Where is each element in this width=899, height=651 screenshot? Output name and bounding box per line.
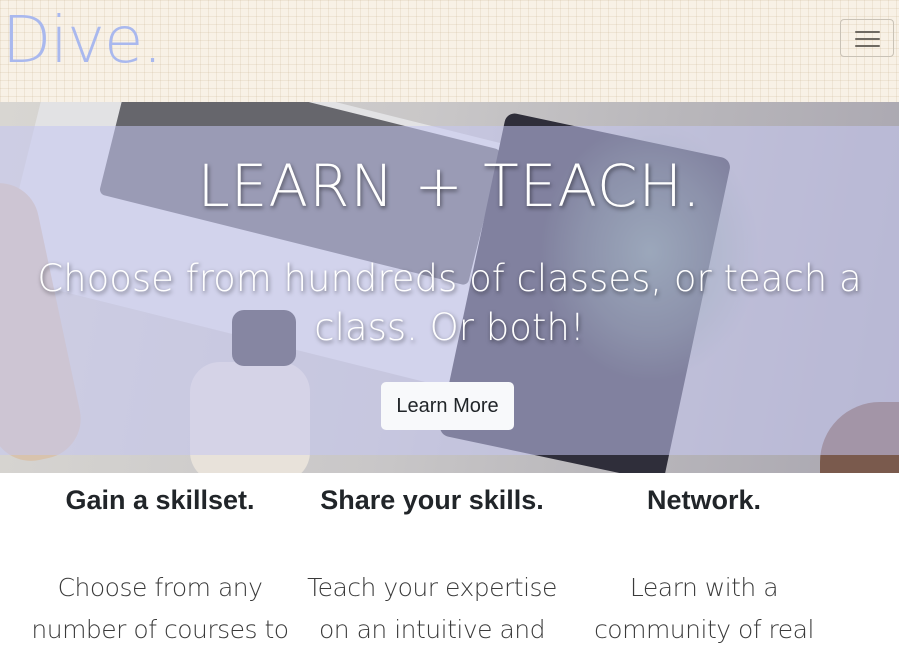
- feature-title: Network.: [646, 485, 762, 515]
- navbar: Dive.: [0, 0, 899, 103]
- feature-title: Share your skills.: [320, 485, 544, 515]
- feature-body: Teach your expertise on an intuitive and: [307, 573, 557, 644]
- feature-body: Choose from any number of courses to: [31, 573, 289, 644]
- feature-title: Gain a skillset.: [65, 485, 255, 515]
- hero-title: LEARN + TEACH.: [197, 152, 702, 220]
- features-section: Gain a skillset. Choose from any number …: [0, 473, 899, 645]
- menu-toggle-button[interactable]: [840, 19, 894, 57]
- learn-more-button[interactable]: Learn More: [381, 382, 514, 430]
- brand-logo[interactable]: Dive.: [2, 2, 163, 80]
- feature-body: Learn with a community of real: [594, 573, 814, 644]
- hero-subtitle: Choose from hundreds of classes, or teac…: [37, 257, 862, 349]
